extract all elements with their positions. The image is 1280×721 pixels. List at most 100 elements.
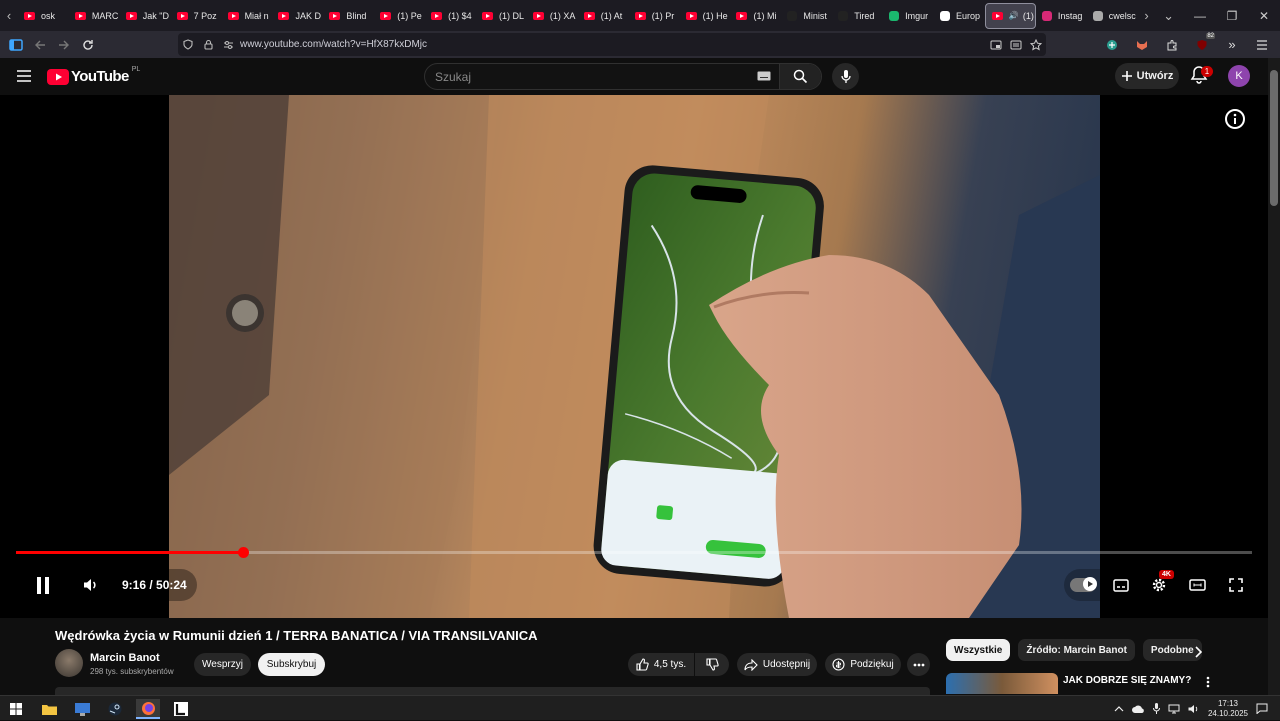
- file-explorer-icon[interactable]: [37, 699, 61, 719]
- keyboard-icon[interactable]: [757, 71, 771, 81]
- browser-tab[interactable]: (1) Pr: [629, 3, 680, 29]
- more-actions-button[interactable]: [907, 653, 930, 676]
- voice-search-button[interactable]: [832, 63, 859, 90]
- url-bar[interactable]: www.youtube.com/watch?v=HfX87kxDMjc: [178, 33, 1046, 56]
- chip-source-channel[interactable]: Źródło: Marcin Banot: [1018, 639, 1135, 661]
- theater-mode-button[interactable]: [1184, 579, 1212, 591]
- extensions-puzzle-icon[interactable]: [1160, 33, 1184, 57]
- account-avatar[interactable]: K: [1228, 65, 1250, 87]
- tab-audio-playing-icon[interactable]: 🔊: [1009, 11, 1019, 20]
- like-button[interactable]: 4,5 tys.: [628, 653, 694, 676]
- recommended-video-thumbnail[interactable]: [946, 673, 1058, 694]
- channel-avatar[interactable]: [55, 649, 83, 677]
- sidebar-toggle-icon[interactable]: [4, 33, 28, 57]
- browser-tab[interactable]: (1) Mi: [730, 3, 781, 29]
- tab-label: JAK D: [295, 10, 321, 21]
- tab-active[interactable]: 🔊(1)✕: [984, 2, 1036, 29]
- browser-tab[interactable]: Miał n: [222, 3, 273, 29]
- overflow-menu-icon[interactable]: »: [1220, 33, 1244, 57]
- steam-icon[interactable]: [103, 699, 127, 719]
- clock[interactable]: 17:13 24.10.2025: [1208, 699, 1248, 719]
- pause-button[interactable]: [28, 570, 58, 600]
- browser-tab[interactable]: Tired: [832, 3, 883, 29]
- page-scrollbar[interactable]: [1268, 58, 1280, 695]
- page-permissions-icon[interactable]: [218, 40, 238, 50]
- progress-bar[interactable]: [16, 547, 1252, 558]
- control-panel-icon[interactable]: [70, 699, 94, 719]
- channel-name[interactable]: Marcin Banot: [90, 652, 160, 664]
- notification-center-icon[interactable]: [1256, 703, 1268, 714]
- tab-scroll-left-icon[interactable]: ‹: [0, 0, 18, 31]
- browser-tab[interactable]: Europ: [934, 3, 985, 29]
- search-input[interactable]: [425, 69, 745, 84]
- autoplay-knob: [1083, 577, 1097, 591]
- support-button[interactable]: Wesprzyj: [194, 653, 251, 676]
- reader-view-icon[interactable]: [1006, 40, 1026, 50]
- url-text[interactable]: www.youtube.com/watch?v=HfX87kxDMjc: [240, 39, 427, 50]
- youtube-logo[interactable]: YouTube PL: [47, 66, 140, 85]
- picture-in-picture-icon[interactable]: [986, 40, 1006, 50]
- firefox-icon[interactable]: [136, 699, 160, 719]
- forward-icon[interactable]: [52, 33, 76, 57]
- microphone-tray-icon[interactable]: [1152, 703, 1160, 714]
- speaker-icon[interactable]: [1188, 704, 1200, 714]
- tracking-shield-icon[interactable]: [178, 39, 198, 50]
- reload-icon[interactable]: [76, 33, 100, 57]
- create-button[interactable]: Utwórz: [1115, 63, 1179, 89]
- lock-icon[interactable]: [198, 39, 218, 50]
- tray-overflow-icon[interactable]: [1114, 705, 1124, 712]
- onedrive-icon[interactable]: [1131, 704, 1145, 713]
- subtitles-button[interactable]: [1107, 578, 1135, 592]
- video-frame[interactable]: [169, 95, 1100, 618]
- browser-tab[interactable]: (1) XA: [527, 3, 578, 29]
- info-icon[interactable]: [1224, 108, 1246, 130]
- browser-tab[interactable]: Imgur: [883, 3, 934, 29]
- restore-window-icon[interactable]: ❐: [1216, 0, 1248, 31]
- close-window-icon[interactable]: ✕: [1248, 0, 1280, 31]
- browser-tab[interactable]: 7 Poz: [171, 3, 222, 29]
- autoplay-toggle[interactable]: [1070, 577, 1097, 592]
- subscribe-button[interactable]: Subskrybuj: [258, 653, 325, 676]
- browser-tab[interactable]: (1) DL: [476, 3, 527, 29]
- browser-tab[interactable]: (1) $4: [425, 3, 476, 29]
- browser-tab[interactable]: Instag: [1036, 3, 1087, 29]
- dislike-button[interactable]: [695, 653, 729, 676]
- chip-all[interactable]: Wszystkie: [946, 639, 1011, 661]
- network-icon[interactable]: [1168, 704, 1180, 714]
- tab-scroll-right-icon[interactable]: ›: [1138, 0, 1156, 31]
- recommended-more-button[interactable]: [1202, 674, 1214, 690]
- subtitles-icon: [1112, 578, 1129, 592]
- browser-tab[interactable]: MARC: [69, 3, 120, 29]
- ublock-extension-icon[interactable]: 82: [1190, 32, 1215, 57]
- tab-list-dropdown-icon[interactable]: ⌄: [1156, 0, 1182, 31]
- start-windows-icon[interactable]: [4, 699, 28, 719]
- back-icon[interactable]: [28, 33, 52, 57]
- scrollbar-thumb[interactable]: [1270, 70, 1278, 206]
- browser-tab[interactable]: osk: [18, 3, 69, 29]
- mute-button[interactable]: [76, 570, 106, 600]
- fullscreen-button[interactable]: [1222, 578, 1250, 592]
- recommended-video-title[interactable]: JAK DOBRZE SIĘ ZNAMY?: [1063, 675, 1191, 686]
- thanks-button[interactable]: Podziękuj: [825, 653, 901, 676]
- browser-tab[interactable]: JAK D: [272, 3, 323, 29]
- browser-tab[interactable]: Minist: [781, 3, 832, 29]
- browser-tab[interactable]: (1) He: [680, 3, 731, 29]
- description-box[interactable]: [55, 687, 930, 695]
- bookmark-star-icon[interactable]: [1026, 38, 1046, 51]
- app-icon[interactable]: [169, 699, 193, 719]
- chips-next-button[interactable]: [1188, 642, 1208, 662]
- browser-tab[interactable]: Jak "D: [120, 3, 171, 29]
- vpn-shield-icon[interactable]: [1100, 33, 1124, 57]
- guide-menu-icon[interactable]: [16, 69, 32, 83]
- extension-fox-icon[interactable]: [1130, 33, 1154, 57]
- share-button[interactable]: Udostępnij: [737, 653, 817, 676]
- browser-tab[interactable]: cwelsc: [1087, 3, 1138, 29]
- browser-tab[interactable]: Blind: [323, 3, 374, 29]
- minimize-window-icon[interactable]: —: [1184, 0, 1216, 31]
- search-button[interactable]: [779, 64, 821, 89]
- hamburger-menu-icon[interactable]: [1250, 33, 1274, 57]
- video-player[interactable]: 9:16 / 50:24 4K: [0, 95, 1268, 618]
- browser-tab[interactable]: (1) At: [578, 3, 629, 29]
- browser-tab[interactable]: (1) Pe: [374, 3, 425, 29]
- settings-button[interactable]: [1145, 577, 1173, 593]
